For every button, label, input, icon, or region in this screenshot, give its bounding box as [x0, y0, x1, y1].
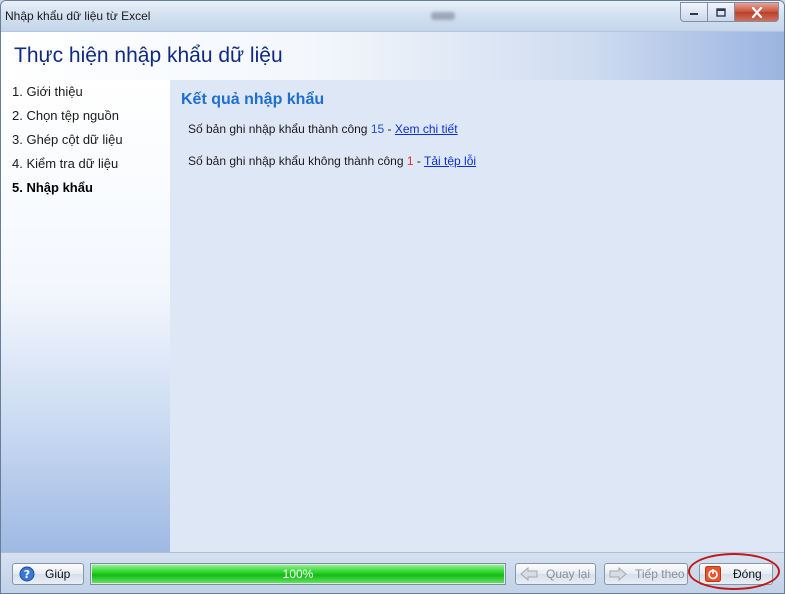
next-button[interactable]: Tiếp theo [604, 563, 688, 585]
window-controls [680, 2, 779, 22]
highlight-annotation [688, 553, 780, 590]
progress-text: 100% [282, 567, 314, 581]
step-introduction: 1. Giới thiệu [12, 84, 83, 99]
next-label: Tiếp theo [635, 567, 685, 581]
svg-text:?: ? [24, 568, 30, 581]
download-error-file-link[interactable]: Tải tệp lỗi [424, 154, 476, 168]
maximize-button[interactable] [707, 2, 734, 22]
maximize-icon [716, 7, 726, 17]
failure-label: Số bản ghi nhập khẩu không thành công [188, 154, 404, 168]
view-details-link[interactable]: Xem chi tiết [395, 122, 458, 136]
result-heading: Kết quả nhập khẩu [181, 91, 325, 108]
help-icon: ? [19, 566, 35, 582]
back-label: Quay lại [546, 567, 591, 581]
back-button[interactable]: Quay lại [515, 563, 596, 585]
wizard-header: Thực hiện nhập khẩu dữ liệu [1, 31, 784, 80]
minimize-button[interactable] [680, 2, 707, 22]
failure-count: 1 [406, 154, 414, 168]
wizard-footer: ? Giúp 100% Quay lại Tiếp theo Đóng [1, 552, 784, 593]
title-bar[interactable]: Nhập khẩu dữ liệu từ Excel [1, 1, 784, 31]
close-window-button[interactable] [734, 2, 779, 22]
success-result-line: Số bản ghi nhập khẩu thành công 15 - Xem… [188, 122, 458, 136]
success-count: 15 [370, 122, 385, 136]
import-result-panel: Kết quả nhập khẩu Số bản ghi nhập khẩu t… [170, 80, 784, 552]
minimize-icon [690, 13, 698, 15]
success-label: Số bản ghi nhập khẩu thành công [188, 122, 368, 136]
step-choose-source-file: 2. Chọn tệp nguồn [12, 108, 119, 123]
wizard-steps-sidebar: 1. Giới thiệu 2. Chọn tệp nguồn 3. Ghép … [1, 80, 170, 552]
failure-result-line: Số bản ghi nhập khẩu không thành công 1 … [188, 154, 476, 168]
step-check-data: 4. Kiểm tra dữ liệu [12, 156, 119, 171]
import-progress-bar: 100% [90, 563, 506, 585]
step-import: 5. Nhập khẩu [12, 180, 93, 195]
close-icon [751, 6, 762, 18]
success-separator: - [387, 122, 392, 136]
arrow-right-icon [609, 567, 627, 581]
help-button[interactable]: ? Giúp [12, 563, 84, 585]
page-title: Thực hiện nhập khẩu dữ liệu [14, 44, 283, 67]
arrow-left-icon [520, 567, 538, 581]
help-label: Giúp [45, 567, 71, 581]
redacted-text [431, 12, 455, 20]
import-wizard-window: Nhập khẩu dữ liệu từ Excel Thực hiện nhậ… [0, 0, 785, 594]
step-map-columns: 3. Ghép cột dữ liệu [12, 132, 123, 147]
failure-separator: - [416, 154, 421, 168]
window-title: Nhập khẩu dữ liệu từ Excel [5, 9, 151, 23]
